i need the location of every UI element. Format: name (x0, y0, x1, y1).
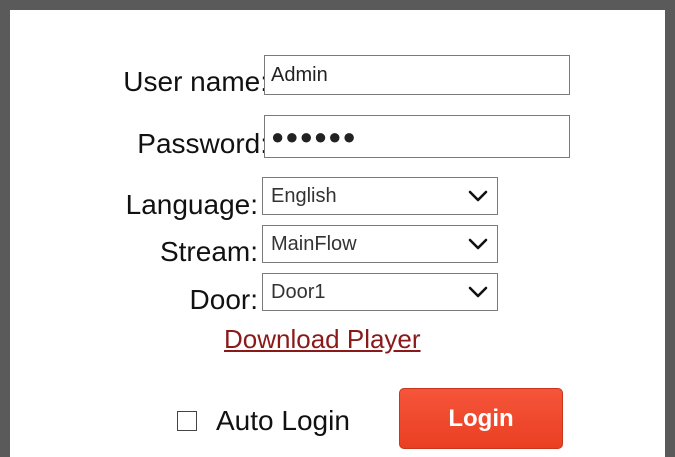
language-selected: English (271, 184, 337, 207)
login-button[interactable]: Login (399, 388, 563, 449)
username-value: Admin (271, 63, 328, 86)
door-selected: Door1 (271, 280, 326, 303)
password-label: Password: (137, 128, 268, 159)
username-field[interactable]: Admin (264, 55, 570, 95)
door-select[interactable]: Door1 (262, 273, 498, 311)
password-mask: ●●●●●● (271, 123, 357, 149)
stream-label: Stream: (159, 236, 258, 267)
chevron-down-icon (463, 181, 493, 211)
chevron-down-icon (463, 277, 493, 307)
auto-login-label: Auto Login (216, 405, 350, 436)
chevron-down-icon (463, 229, 493, 259)
password-field[interactable]: ●●●●●● (264, 115, 570, 158)
language-label: Language: (125, 189, 258, 220)
stream-select[interactable]: MainFlow (262, 225, 498, 263)
stream-selected: MainFlow (271, 232, 357, 255)
auto-login-checkbox[interactable] (177, 411, 197, 431)
download-player-link[interactable]: Download Player (224, 324, 421, 355)
login-button-label: Login (448, 404, 514, 432)
username-label: User name: (123, 66, 268, 97)
language-select[interactable]: English (262, 177, 498, 215)
login-panel: User name: Admin Password: ●●●●●● Langua… (0, 0, 675, 457)
door-label: Door: (189, 284, 258, 315)
